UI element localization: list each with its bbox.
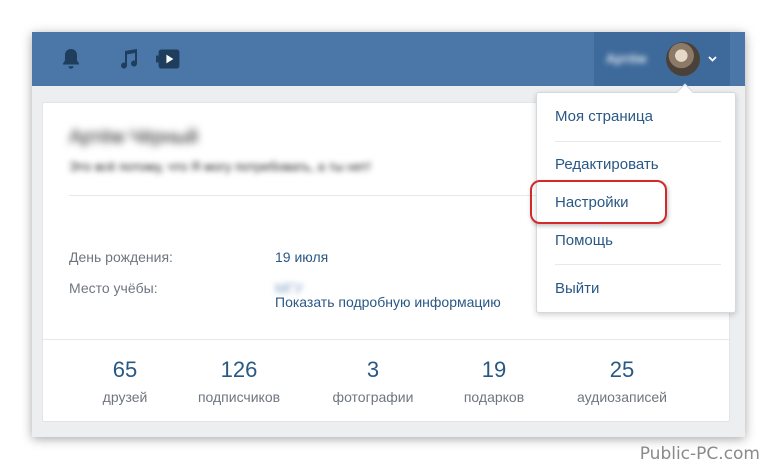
stat-gifts[interactable]: 19 подарков [429, 357, 559, 405]
show-more-link[interactable]: Показать подробную информацию [275, 294, 501, 310]
stat-count: 25 [609, 357, 635, 382]
user-menu-toggle[interactable]: Артём [594, 32, 730, 86]
menu-item-logout[interactable]: Выйти [537, 274, 735, 304]
stat-label: фотографии [332, 389, 414, 405]
settings-highlight-annotation [530, 180, 667, 224]
bell-icon[interactable] [58, 46, 84, 72]
stat-label: друзей [102, 389, 148, 405]
stat-count: 126 [220, 357, 258, 382]
music-note-icon[interactable] [115, 46, 141, 72]
stat-count: 65 [112, 357, 138, 382]
video-play-icon[interactable] [156, 46, 182, 72]
watermark: Public-PC.com [639, 444, 760, 464]
stat-label: аудиозаписей [577, 389, 667, 405]
avatar [666, 42, 700, 76]
menu-item-my-page[interactable]: Моя страница [537, 102, 735, 132]
menu-separator [555, 264, 721, 265]
birthday-value[interactable]: 19 июля [275, 249, 328, 265]
profile-name: Артём Чёрный [69, 127, 198, 148]
stat-friends[interactable]: 65 друзей [60, 357, 190, 405]
menu-item-edit[interactable]: Редактировать [537, 150, 735, 180]
menu-item-help[interactable]: Помощь [537, 226, 735, 256]
profile-status[interactable]: Это всё потому, что Я могу потребовать, … [69, 159, 371, 174]
user-name: Артём [606, 51, 647, 66]
stat-label: подписчиков [197, 389, 281, 405]
stat-followers[interactable]: 126 подписчиков [174, 357, 304, 405]
top-bar: Артём [32, 32, 745, 86]
stat-count: 3 [366, 357, 380, 382]
stat-count: 19 [481, 357, 507, 382]
birthday-label: День рождения: [69, 249, 173, 265]
chevron-down-icon [708, 56, 717, 62]
stat-label: подарков [463, 389, 525, 405]
stat-audio[interactable]: 25 аудиозаписей [557, 357, 687, 405]
divider [43, 339, 731, 340]
school-label: Место учёбы: [69, 280, 158, 296]
menu-separator [555, 141, 721, 142]
stat-photos[interactable]: 3 фотографии [308, 357, 438, 405]
